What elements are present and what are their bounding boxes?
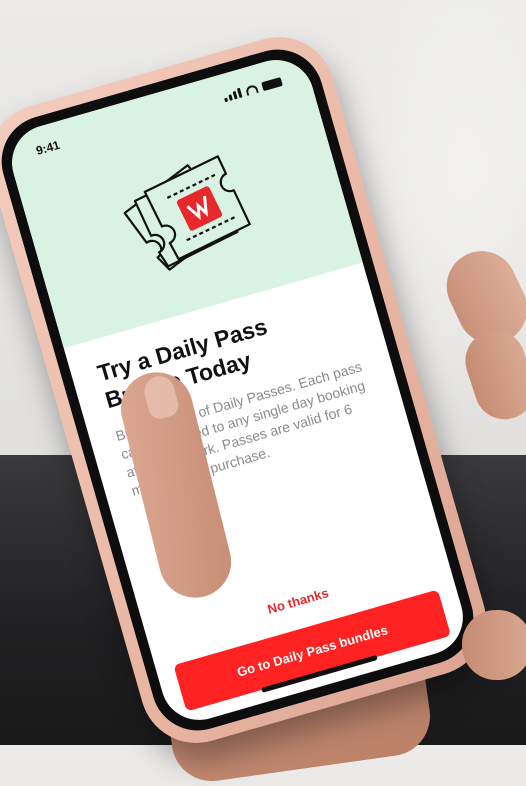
finger	[462, 610, 526, 680]
wifi-icon	[244, 83, 259, 96]
battery-icon	[261, 77, 283, 92]
status-time: 9:41	[34, 137, 62, 158]
ticket-icon	[123, 155, 251, 271]
status-icons	[222, 76, 283, 103]
signal-icon	[222, 87, 243, 103]
